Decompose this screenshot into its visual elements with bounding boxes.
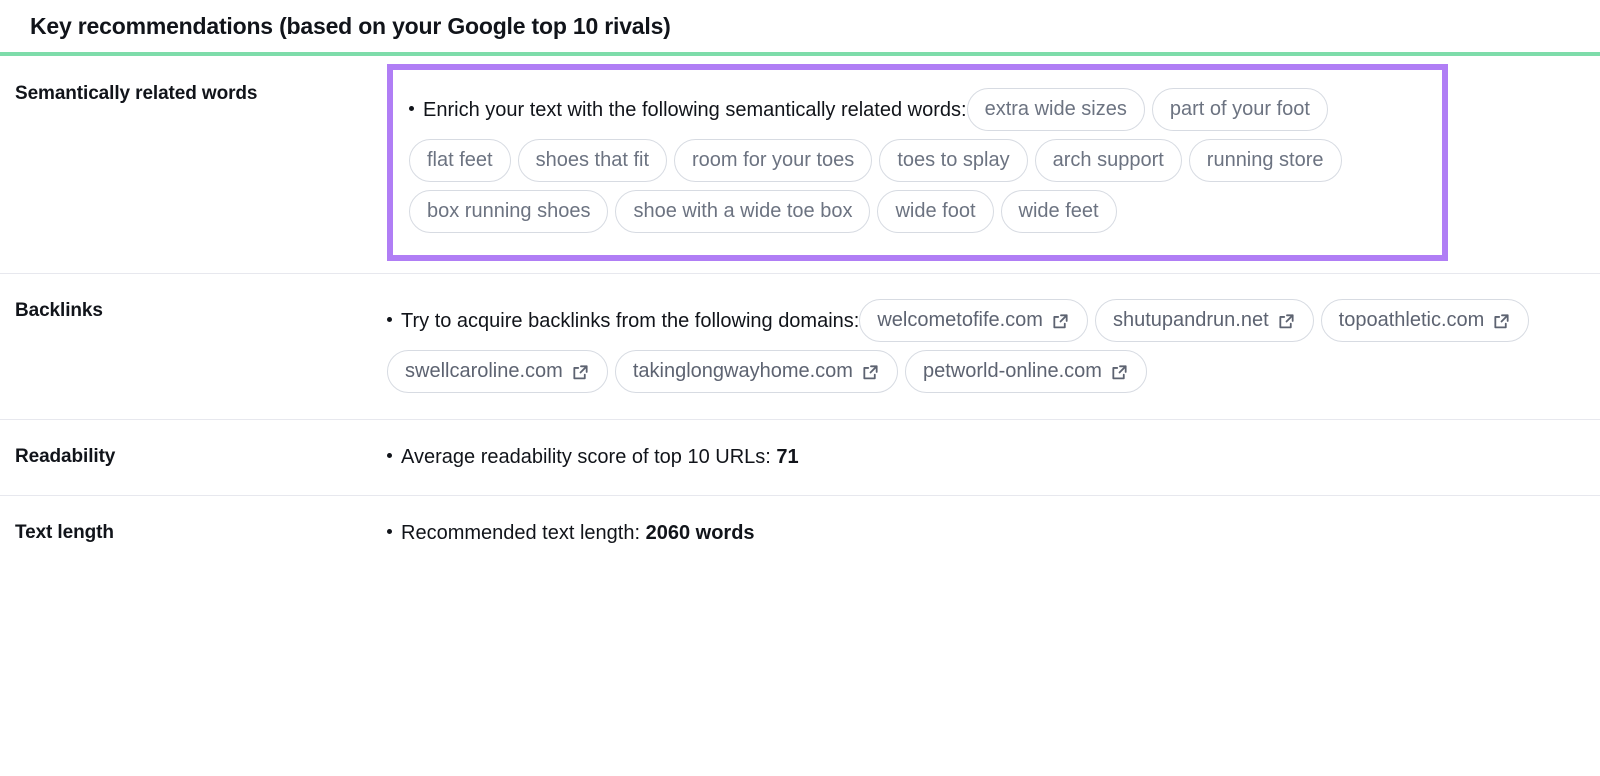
text-length-content: Recommended text length: 2060 words (387, 495, 1600, 571)
section-label-semantic: Semantically related words (0, 56, 387, 105)
tag-extra-wide-sizes[interactable]: extra wide sizes (967, 88, 1145, 131)
panel-header: Key recommendations (based on your Googl… (0, 0, 1600, 56)
backlink-shutupandrun-net[interactable]: shutupandrun.net (1095, 299, 1314, 342)
tag-wide-foot[interactable]: wide foot (877, 190, 993, 233)
external-link-icon (1110, 363, 1129, 382)
tag-toes-to-splay[interactable]: toes to splay (879, 139, 1027, 182)
text-length-value: 2060 words (646, 522, 755, 544)
section-backlinks: Backlinks Try to acquire backlinks from … (0, 273, 1600, 419)
external-link-icon (1277, 312, 1296, 331)
bullet-icon (409, 106, 414, 111)
section-label-text-length: Text length (0, 495, 387, 544)
section-readability: Readability Average readability score of… (0, 419, 1600, 495)
tag-flat-feet[interactable]: flat feet (409, 139, 511, 182)
semantic-content: Enrich your text with the following sema… (409, 84, 1426, 237)
backlinks-bullet-text: Try to acquire backlinks from the follow… (387, 310, 859, 332)
tag-arch-support[interactable]: arch support (1035, 139, 1182, 182)
highlight-box-semantic: Enrich your text with the following sema… (387, 64, 1448, 261)
backlink-domain-label: welcometofife.com (877, 307, 1043, 333)
backlink-domain-label: topoathletic.com (1339, 307, 1485, 333)
tag-box-running-shoes[interactable]: box running shoes (409, 190, 608, 233)
tag-running-store[interactable]: running store (1189, 139, 1342, 182)
tag-shoes-that-fit[interactable]: shoes that fit (518, 139, 667, 182)
readability-bullet-label: Average readability score of top 10 URLs… (401, 446, 771, 468)
bullet-icon (387, 529, 392, 534)
backlinks-flow: Try to acquire backlinks from the follow… (387, 295, 1580, 397)
page-title: Key recommendations (based on your Googl… (30, 15, 671, 38)
semantic-bullet-label: Enrich your text with the following sema… (423, 99, 967, 121)
backlink-swellcaroline-com[interactable]: swellcaroline.com (387, 350, 608, 393)
tag-wide-feet[interactable]: wide feet (1001, 190, 1117, 233)
section-text-length: Text length Recommended text length: 206… (0, 495, 1600, 571)
text-length-bullet-label: Recommended text length: (401, 522, 640, 544)
readability-score-value: 71 (776, 446, 798, 468)
readability-content: Average readability score of top 10 URLs… (387, 419, 1600, 495)
external-link-icon (1051, 312, 1070, 331)
semantic-bullet-text: Enrich your text with the following sema… (409, 99, 967, 121)
section-label-readability: Readability (0, 419, 387, 468)
backlink-domain-label: petworld-online.com (923, 358, 1102, 384)
key-recommendations-panel: Key recommendations (based on your Googl… (0, 0, 1600, 776)
tag-shoe-with-a-wide-toe-box[interactable]: shoe with a wide toe box (615, 190, 870, 233)
backlink-domain-label: swellcaroline.com (405, 358, 563, 384)
external-link-icon (571, 363, 590, 382)
bullet-icon (387, 453, 392, 458)
backlink-domain-label: shutupandrun.net (1113, 307, 1269, 333)
backlink-topoathletic-com[interactable]: topoathletic.com (1321, 299, 1530, 342)
tag-room-for-your-toes[interactable]: room for your toes (674, 139, 872, 182)
section-semantically-related-words: Semantically related words Enrich your t… (0, 56, 1600, 273)
tag-part-of-your-foot[interactable]: part of your foot (1152, 88, 1328, 131)
readability-bullet-text: Average readability score of top 10 URLs… (387, 446, 799, 468)
backlink-welcometofife-com[interactable]: welcometofife.com (859, 299, 1088, 342)
section-label-backlinks: Backlinks (0, 273, 387, 322)
backlinks-content: Try to acquire backlinks from the follow… (387, 273, 1600, 419)
backlinks-bullet-label: Try to acquire backlinks from the follow… (401, 310, 859, 332)
backlink-takinglongwayhome-com[interactable]: takinglongwayhome.com (615, 350, 898, 393)
text-length-bullet-text: Recommended text length: 2060 words (387, 522, 755, 544)
backlink-domain-label: takinglongwayhome.com (633, 358, 853, 384)
external-link-icon (1492, 312, 1511, 331)
bullet-icon (387, 317, 392, 322)
backlink-petworld-online-com[interactable]: petworld-online.com (905, 350, 1147, 393)
external-link-icon (861, 363, 880, 382)
